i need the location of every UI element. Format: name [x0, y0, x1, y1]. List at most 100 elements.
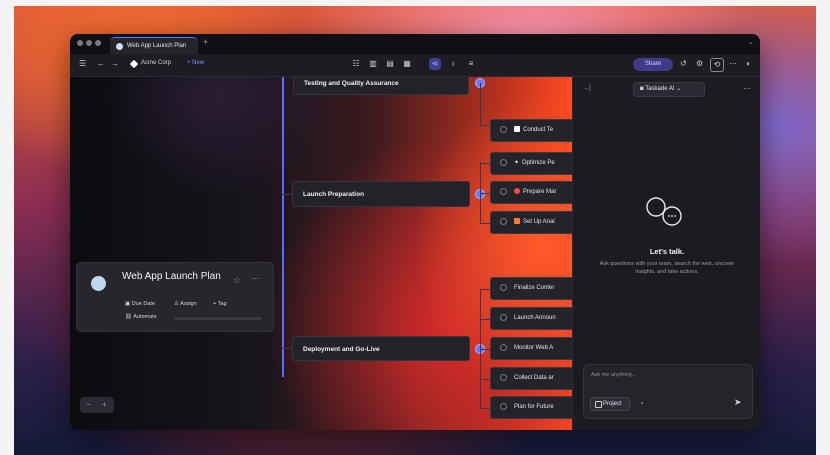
tag-button[interactable]: + Tag [213, 301, 227, 307]
agent-label: Taskade AI [645, 86, 675, 92]
tab-favicon-icon [116, 43, 123, 50]
panel-subtitle: Ask questions with your team, search the… [599, 261, 735, 275]
sidebar-toggle-icon[interactable]: ☰ [79, 59, 86, 69]
list-item[interactable]: Plan for Future [490, 396, 572, 419]
connector-line [480, 319, 490, 320]
project-title[interactable]: Web App Launch Plan [122, 270, 222, 283]
item-text: Finalize Conter [514, 285, 555, 291]
user-icon: ♙ [174, 301, 179, 307]
project-context-button[interactable]: Project [590, 397, 630, 411]
workspace-name[interactable]: Acme Corp [141, 60, 171, 66]
connector-line [480, 223, 490, 224]
root-project-card[interactable]: Web App Launch Plan ☆ ⋯ ▣ Due Date ♙ Ass… [76, 262, 274, 332]
square-icon [514, 126, 520, 132]
automation-icon[interactable]: ⟲ [710, 58, 724, 72]
item-text: Optimize Pe [522, 160, 555, 166]
panel-toggle-icon[interactable]: ◑ [745, 59, 750, 69]
checkbox[interactable] [500, 403, 507, 410]
item-text: Monitor Web A [514, 345, 554, 351]
back-arrow-icon[interactable]: ← [97, 59, 105, 69]
project-icon [595, 401, 602, 408]
chat-input[interactable]: Ask me anything... Project ◔ ➤ [583, 364, 753, 419]
maximize-window-dot[interactable] [95, 40, 101, 46]
list-item[interactable]: ✦ Optimize Pe [490, 152, 572, 175]
zoom-out-button[interactable]: − [86, 397, 91, 413]
progress-bar [174, 317, 262, 320]
item-text: Plan for Future [514, 404, 554, 410]
list-item[interactable]: Finalize Conter [490, 277, 572, 300]
checkbox[interactable] [500, 314, 507, 321]
connector-line [480, 349, 490, 350]
send-icon[interactable]: ➤ [734, 397, 742, 408]
zoom-control: − + [80, 397, 114, 413]
chevron-down-icon[interactable]: ⌄ [748, 38, 754, 46]
list-item[interactable]: Launch Announ [490, 307, 572, 330]
context-icon[interactable]: ◔ [639, 399, 644, 408]
pin-icon [514, 188, 520, 194]
calendar-view-icon[interactable]: ▤ [384, 58, 396, 70]
share-button[interactable]: Share [633, 58, 673, 71]
automation-icon: ⛓ [125, 314, 132, 320]
zoom-in-button[interactable]: + [102, 397, 107, 413]
connector-line [480, 83, 481, 125]
forward-arrow-icon[interactable]: → [111, 59, 119, 69]
connector-line [282, 194, 292, 195]
minimize-window-dot[interactable] [86, 40, 92, 46]
robot-icon: ◙ [640, 86, 644, 92]
list-view-icon[interactable]: ☷ [350, 58, 362, 70]
connector-line [480, 379, 490, 380]
title-bar: Web App Launch Plan + ⌄ [70, 34, 760, 55]
workspace-icon [129, 59, 139, 69]
connector-line [282, 348, 292, 349]
more-options-icon[interactable]: ⋯ [743, 84, 751, 93]
list-item[interactable]: Set Up Anal [490, 211, 572, 234]
branch-node[interactable]: Testing and Quality Assurance [293, 77, 469, 95]
item-text: Launch Announ [514, 315, 556, 321]
new-tab-button[interactable]: + [203, 37, 208, 47]
agent-selector[interactable]: ◙ Taskade AI ⌄ [633, 82, 705, 97]
collapse-panel-icon[interactable]: →| [582, 85, 591, 92]
branch-node[interactable]: Launch Preparation [292, 181, 470, 207]
checkbox[interactable] [500, 284, 507, 291]
more-options-icon[interactable]: ⋯ [729, 59, 737, 69]
checkbox[interactable] [500, 126, 507, 133]
top-toolbar: ☰ ← → Acme Corp + New ☷ ▥ ▤ ▦ ⋖ ♁ ≡ Shar… [70, 54, 760, 77]
org-chart-view-icon[interactable]: ♁ [447, 58, 459, 70]
settings-gear-icon[interactable]: ⚙ [696, 59, 703, 69]
new-button[interactable]: + New [187, 60, 204, 66]
gantt-view-icon[interactable]: ≡ [465, 58, 477, 70]
table-view-icon[interactable]: ▦ [401, 58, 413, 70]
mindmap-view-icon[interactable]: ⋖ [429, 58, 441, 70]
branch-title: Deployment and Go-Live [303, 346, 380, 353]
checkbox[interactable] [500, 344, 507, 351]
list-item[interactable]: Monitor Web A [490, 337, 572, 360]
close-window-dot[interactable] [77, 40, 83, 46]
globe-icon [91, 276, 106, 291]
item-text: Prepare Mar [523, 189, 557, 195]
list-item[interactable]: Conduct Te [490, 119, 572, 142]
mindmap-spine [282, 77, 284, 377]
more-options-icon[interactable]: ⋯ [251, 274, 259, 283]
star-icon[interactable]: ☆ [233, 275, 241, 286]
history-icon[interactable]: ↺ [680, 59, 687, 69]
branch-title: Testing and Quality Assurance [304, 80, 399, 87]
due-date-label: Due Date [131, 301, 155, 307]
list-item[interactable]: Prepare Mar [490, 181, 572, 204]
connector-line [480, 289, 490, 290]
checkbox[interactable] [500, 218, 507, 225]
branch-node[interactable]: Deployment and Go-Live [292, 336, 470, 361]
list-item[interactable]: Collect Data ar [490, 367, 572, 390]
tab-title: Web App Launch Plan [127, 43, 187, 49]
checkbox[interactable] [500, 374, 507, 381]
board-view-icon[interactable]: ▥ [367, 58, 379, 70]
chevron-down-icon: ⌄ [676, 86, 682, 92]
chat-bubbles-icon [646, 197, 682, 226]
assign-button[interactable]: ♙ Assign [174, 301, 197, 307]
checkbox[interactable] [500, 188, 507, 195]
due-date-button[interactable]: ▣ Due Date [125, 301, 155, 307]
automate-button[interactable]: ⛓ Automate [125, 314, 157, 320]
mindmap-canvas[interactable]: Testing and Quality Assurance Conduct Te… [70, 77, 572, 430]
browser-tab[interactable]: Web App Launch Plan [110, 37, 198, 55]
checkbox[interactable] [500, 159, 507, 166]
chart-icon [514, 218, 520, 224]
